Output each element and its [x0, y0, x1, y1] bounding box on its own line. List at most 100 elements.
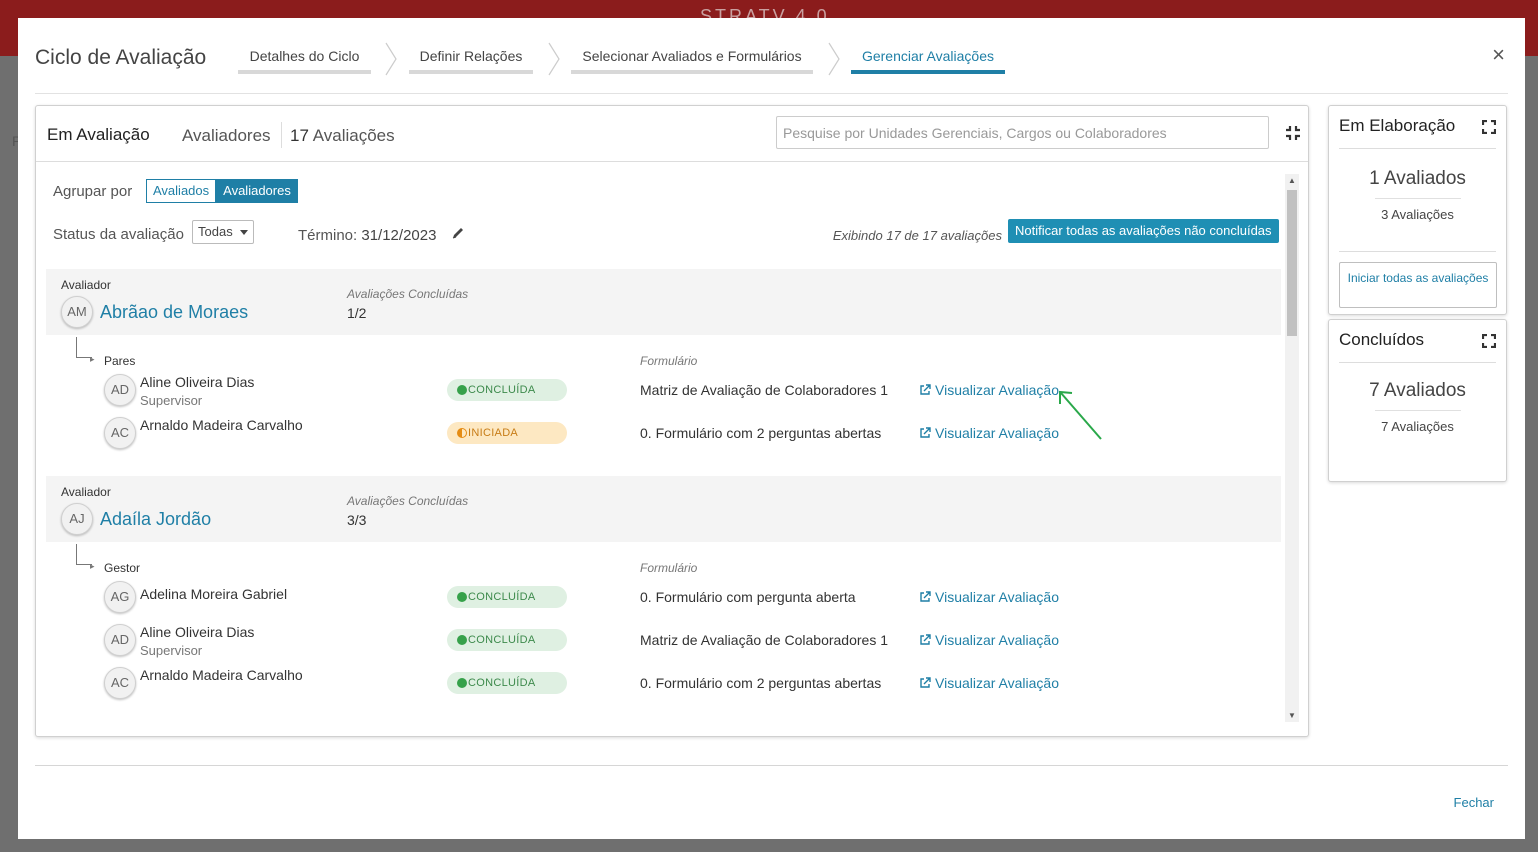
expand-icon[interactable]	[1482, 334, 1496, 348]
concluded-value: 3/3	[347, 512, 367, 528]
relation-label: Pares	[104, 354, 136, 368]
link-text: Visualizar Avaliação	[935, 675, 1060, 691]
external-link-icon	[920, 427, 931, 438]
tab-divider	[281, 122, 282, 148]
close-button[interactable]: Fechar	[1454, 795, 1494, 810]
divider	[1339, 251, 1496, 252]
status-dot-icon	[457, 592, 467, 602]
evaluator-header: Avaliador AJ Adaíla Jordão Avaliações Co…	[46, 476, 1281, 542]
evaluator-group: Avaliador AM Abrãao de Moraes Avaliações…	[46, 269, 1281, 476]
evaluator-label: Avaliador	[61, 278, 111, 292]
termino-date: Término: 31/12/2023	[298, 227, 436, 244]
step-label: Gerenciar Avaliações	[861, 48, 995, 64]
chevron-right-icon	[828, 42, 840, 76]
close-icon[interactable]: ×	[1492, 42, 1505, 68]
status-text: CONCLUÍDA	[468, 677, 536, 689]
tree-arrow-icon: ▸	[90, 354, 95, 364]
scrollbar-thumb[interactable]	[1287, 190, 1297, 336]
form-column-label: Formulário	[640, 354, 698, 368]
status-filter-value: Todas	[198, 224, 233, 239]
view-evaluation-link[interactable]: Visualizar Avaliação	[919, 382, 1059, 398]
avatar: AC	[104, 417, 136, 449]
expand-icon[interactable]	[1482, 120, 1496, 134]
status-badge: CONCLUÍDA	[447, 629, 567, 651]
em-avaliacao-panel: Em Avaliação Avaliadores 17 Avaliações A…	[35, 105, 1309, 737]
form-name: 0. Formulário com 2 perguntas abertas	[640, 675, 882, 691]
em-elaboracao-panel: Em Elaboração 1 Avaliados 3 Avaliações I…	[1328, 105, 1507, 315]
group-by-toggle: Avaliados Avaliadores	[146, 179, 298, 203]
step-definir-relacoes[interactable]: Definir Relações	[409, 44, 533, 74]
count-label: Avaliações	[312, 126, 395, 145]
chevron-right-icon	[385, 42, 397, 76]
table-row: AD Aline Oliveira Dias Supervisor CONCLU…	[46, 620, 1281, 660]
search-input[interactable]	[776, 116, 1269, 149]
status-filter-label: Status da avaliação	[53, 226, 184, 243]
status-dot-icon	[457, 428, 467, 438]
notify-all-button[interactable]: Notificar todas as avaliações não conclu…	[1008, 219, 1279, 243]
view-evaluation-link[interactable]: Visualizar Avaliação	[919, 632, 1059, 648]
chevron-right-icon	[548, 42, 560, 76]
avatar: AJ	[61, 503, 93, 535]
view-evaluation-link[interactable]: Visualizar Avaliação	[919, 589, 1059, 605]
form-column-label: Formulário	[640, 561, 698, 575]
step-gerenciar-avaliacoes[interactable]: Gerenciar Avaliações	[851, 44, 1005, 74]
divider	[1374, 410, 1461, 411]
status-dot-icon	[457, 678, 467, 688]
avatar: AD	[104, 624, 136, 656]
status-badge: CONCLUÍDA	[447, 672, 567, 694]
concluidos-panel: Concluídos 7 Avaliados 7 Avaliações	[1328, 319, 1507, 482]
status-text: CONCLUÍDA	[468, 384, 536, 396]
view-evaluation-link[interactable]: Visualizar Avaliação	[919, 425, 1059, 441]
step-selecionar-avaliados[interactable]: Selecionar Avaliados e Formulários	[571, 44, 813, 74]
evaluated-name: Arnaldo Madeira Carvalho	[140, 667, 303, 683]
evaluator-name[interactable]: Adaíla Jordão	[100, 509, 211, 530]
panel-title: Em Elaboração	[1339, 116, 1456, 135]
avaliados-count: 7 Avaliados	[1369, 380, 1466, 401]
evaluator-header: Avaliador AM Abrãao de Moraes Avaliações…	[46, 269, 1281, 335]
avaliados-count: 1 Avaliados	[1369, 168, 1466, 189]
avaliacoes-count: 7 Avaliações	[1381, 419, 1454, 434]
evaluator-name[interactable]: Abrãao de Moraes	[100, 302, 248, 323]
status-filter-select[interactable]: Todas	[192, 220, 254, 244]
tab-avaliacoes-count[interactable]: 17 Avaliações	[290, 126, 395, 146]
annotation-arrow-icon	[1059, 390, 1102, 440]
pencil-icon[interactable]	[451, 226, 465, 240]
status-dot-icon	[457, 635, 467, 645]
status-text: CONCLUÍDA	[468, 634, 536, 646]
concluded-label: Avaliações Concluídas	[347, 494, 469, 508]
avatar: AC	[104, 667, 136, 699]
status-dot-icon	[457, 385, 467, 395]
scroll-down-icon[interactable]: ▼	[1288, 711, 1296, 720]
avatar: AG	[104, 581, 136, 613]
start-all-button[interactable]: Iniciar todas as avaliações	[1339, 262, 1497, 308]
status-badge: CONCLUÍDA	[447, 586, 567, 608]
external-link-icon	[920, 384, 931, 395]
step-label: Detalhes do Ciclo	[249, 48, 360, 64]
scroll-up-icon[interactable]: ▲	[1288, 176, 1296, 185]
form-name: Matriz de Avaliação de Colaboradores 1	[640, 632, 889, 648]
table-row: AC Arnaldo Madeira Carvalho CONCLUÍDA 0.…	[46, 663, 1281, 703]
count-number: 17	[290, 126, 309, 145]
status-badge: CONCLUÍDA	[447, 379, 567, 401]
evaluations-list[interactable]: Agrupar por Avaliados Avaliadores Status…	[46, 174, 1284, 722]
divider	[1374, 198, 1461, 199]
avatar: AM	[61, 296, 93, 328]
panel-header: Em Avaliação Avaliadores 17 Avaliações	[36, 106, 1308, 162]
divider	[35, 765, 1508, 766]
collapse-icon[interactable]	[1285, 125, 1301, 141]
evaluator-label: Avaliador	[61, 485, 111, 499]
table-row: AG Adelina Moreira Gabriel CONCLUÍDA 0. …	[46, 577, 1281, 617]
group-by-avaliadores[interactable]: Avaliadores	[216, 179, 298, 203]
view-evaluation-link[interactable]: Visualizar Avaliação	[919, 675, 1059, 691]
group-by-label: Agrupar por	[53, 183, 133, 200]
group-by-avaliados[interactable]: Avaliados	[146, 179, 217, 203]
caret-down-icon	[240, 230, 248, 235]
evaluated-name: Arnaldo Madeira Carvalho	[140, 417, 303, 433]
vertical-scrollbar[interactable]: ▲ ▼	[1285, 174, 1299, 722]
tab-avaliadores[interactable]: Avaliadores	[182, 126, 271, 146]
evaluator-group: Avaliador AJ Adaíla Jordão Avaliações Co…	[46, 476, 1281, 722]
step-label: Definir Relações	[419, 48, 523, 64]
tab-em-avaliacao[interactable]: Em Avaliação	[47, 125, 150, 145]
step-detalhes-do-ciclo[interactable]: Detalhes do Ciclo	[238, 44, 371, 74]
link-text: Visualizar Avaliação	[935, 382, 1060, 398]
